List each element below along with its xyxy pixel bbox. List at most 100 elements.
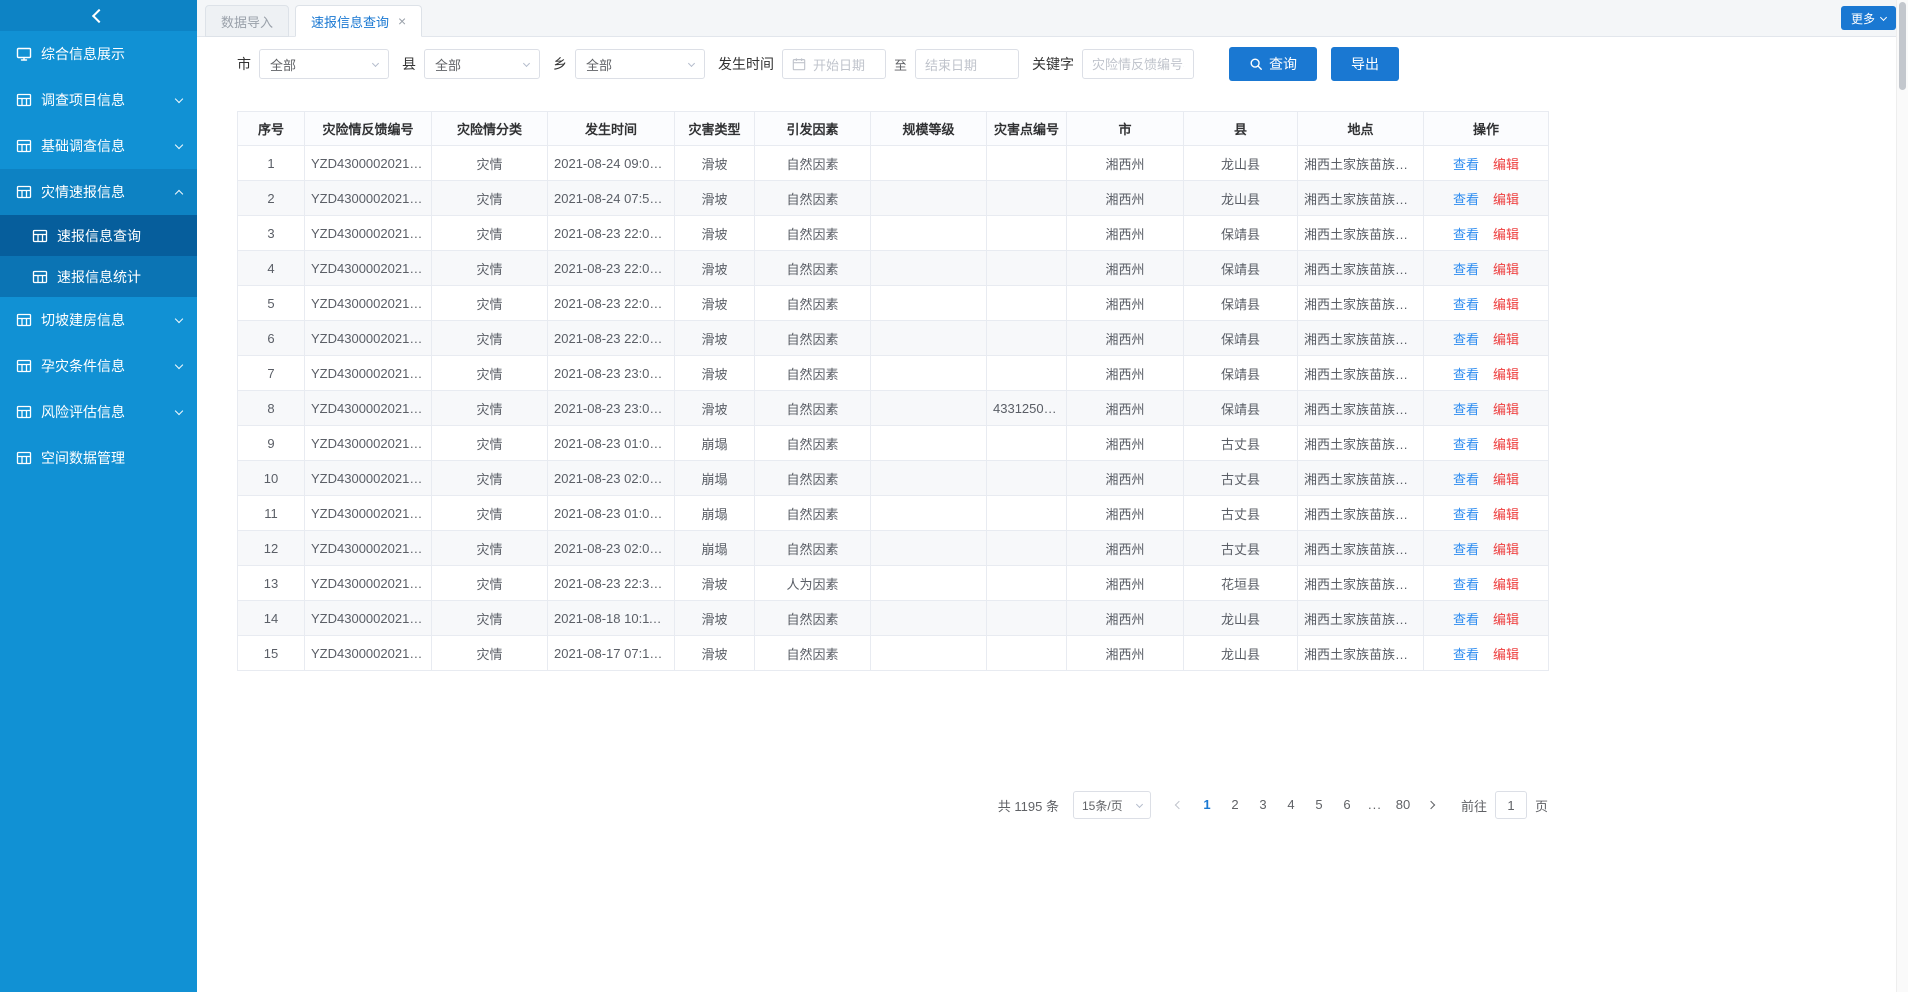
edit-link[interactable]: 编辑	[1493, 192, 1519, 207]
more-button[interactable]: 更多	[1841, 6, 1896, 30]
scrollbar[interactable]	[1896, 0, 1908, 992]
table-cell: 湘西土家族苗族自...	[1298, 216, 1424, 251]
table-cell: 2021-08-23 22:00:00	[548, 216, 675, 251]
table-cell	[871, 356, 987, 391]
edit-link[interactable]: 编辑	[1493, 647, 1519, 662]
view-link[interactable]: 查看	[1453, 647, 1479, 662]
prev-page-button[interactable]	[1165, 791, 1193, 819]
table-cell	[871, 251, 987, 286]
edit-link[interactable]: 编辑	[1493, 402, 1519, 417]
table-row: 3YZD43000020210...灾情2021-08-23 22:00:00滑…	[238, 216, 1549, 251]
table-cell: 湘西州	[1067, 566, 1184, 601]
table-cell: 滑坡	[675, 251, 755, 286]
next-page-button[interactable]	[1417, 791, 1445, 819]
page-button-5[interactable]: 5	[1305, 791, 1333, 819]
page-button-1[interactable]: 1	[1193, 791, 1221, 819]
sidebar-item-label: 调查项目信息	[41, 90, 176, 110]
table-cell: YZD43000020210...	[305, 251, 432, 286]
column-header-3: 发生时间	[548, 112, 675, 146]
table-cell: 4	[238, 251, 305, 286]
county-select[interactable]: 全部	[424, 49, 540, 79]
page-button-80[interactable]: 80	[1389, 791, 1417, 819]
view-link[interactable]: 查看	[1453, 332, 1479, 347]
table-cell: 湘西土家族苗族自...	[1298, 146, 1424, 181]
edit-link[interactable]: 编辑	[1493, 157, 1519, 172]
query-button[interactable]: 查询	[1229, 47, 1317, 81]
sidebar-item-risk-assessment[interactable]: 风险评估信息	[0, 389, 197, 435]
sidebar-item-survey-project[interactable]: 调查项目信息	[0, 77, 197, 123]
view-link[interactable]: 查看	[1453, 507, 1479, 522]
scrollbar-thumb[interactable]	[1899, 2, 1906, 90]
edit-link[interactable]: 编辑	[1493, 367, 1519, 382]
sidebar-item-hazard-condition[interactable]: 孕灾条件信息	[0, 343, 197, 389]
page-button-3[interactable]: 3	[1249, 791, 1277, 819]
table-cell: 滑坡	[675, 601, 755, 636]
keyword-input[interactable]	[1082, 49, 1194, 79]
operations-cell: 查看编辑	[1424, 461, 1549, 496]
view-link[interactable]: 查看	[1453, 402, 1479, 417]
edit-link[interactable]: 编辑	[1493, 472, 1519, 487]
edit-link[interactable]: 编辑	[1493, 437, 1519, 452]
view-link[interactable]: 查看	[1453, 157, 1479, 172]
table-body: 1YZD43000020210...灾情2021-08-24 09:05:00滑…	[238, 146, 1549, 671]
table-row: 11YZD43000020210...灾情2021-08-23 01:00:00…	[238, 496, 1549, 531]
sidebar-item-spatial-data[interactable]: 空间数据管理	[0, 435, 197, 481]
sidebar-item-slope-housing[interactable]: 切坡建房信息	[0, 297, 197, 343]
town-select[interactable]: 全部	[575, 49, 705, 79]
table-cell: 14	[238, 601, 305, 636]
sidebar-item-disaster-report[interactable]: 灾情速报信息	[0, 169, 197, 215]
sidebar-item-overview[interactable]: 综合信息展示	[0, 31, 197, 77]
export-button[interactable]: 导出	[1331, 47, 1399, 81]
sidebar-subitem-report-query[interactable]: 速报信息查询	[0, 215, 197, 256]
page-size-select[interactable]: 15条/页	[1073, 791, 1151, 819]
city-select[interactable]: 全部	[259, 49, 389, 79]
grid-icon	[16, 312, 32, 328]
edit-link[interactable]: 编辑	[1493, 507, 1519, 522]
start-date-input[interactable]: 开始日期	[782, 49, 886, 79]
edit-link[interactable]: 编辑	[1493, 297, 1519, 312]
end-date-placeholder: 结束日期	[925, 55, 977, 74]
table-cell: 灾情	[432, 601, 548, 636]
table-cell	[987, 566, 1067, 601]
operations-cell: 查看编辑	[1424, 601, 1549, 636]
edit-link[interactable]: 编辑	[1493, 332, 1519, 347]
table-cell: 15	[238, 636, 305, 671]
tabs: 数据导入速报信息查询×	[205, 5, 428, 36]
table-cell: 湘西土家族苗族自...	[1298, 426, 1424, 461]
operations-cell: 查看编辑	[1424, 286, 1549, 321]
view-link[interactable]: 查看	[1453, 472, 1479, 487]
sidebar-item-basic-survey[interactable]: 基础调查信息	[0, 123, 197, 169]
view-link[interactable]: 查看	[1453, 367, 1479, 382]
view-link[interactable]: 查看	[1453, 437, 1479, 452]
view-link[interactable]: 查看	[1453, 577, 1479, 592]
table-cell: 崩塌	[675, 496, 755, 531]
sidebar-collapse-button[interactable]	[0, 0, 197, 31]
tab-close-icon[interactable]: ×	[398, 14, 406, 28]
edit-link[interactable]: 编辑	[1493, 542, 1519, 557]
view-link[interactable]: 查看	[1453, 262, 1479, 277]
sidebar-subitem-report-stats[interactable]: 速报信息统计	[0, 256, 197, 297]
goto-page-input[interactable]	[1495, 791, 1527, 819]
page-button-4[interactable]: 4	[1277, 791, 1305, 819]
view-link[interactable]: 查看	[1453, 612, 1479, 627]
view-link[interactable]: 查看	[1453, 297, 1479, 312]
table-cell: 灾情	[432, 251, 548, 286]
view-link[interactable]: 查看	[1453, 227, 1479, 242]
table-cell: 自然因素	[755, 251, 871, 286]
view-link[interactable]: 查看	[1453, 542, 1479, 557]
tab-data-import[interactable]: 数据导入	[205, 5, 289, 37]
end-date-input[interactable]: 结束日期	[915, 49, 1019, 79]
tab-bar: 数据导入速报信息查询× 更多	[197, 0, 1908, 37]
table-cell: 保靖县	[1184, 321, 1298, 356]
view-link[interactable]: 查看	[1453, 192, 1479, 207]
edit-link[interactable]: 编辑	[1493, 612, 1519, 627]
table-cell	[871, 216, 987, 251]
content: 市 全部 县 全部 乡 全部	[197, 37, 1908, 819]
edit-link[interactable]: 编辑	[1493, 577, 1519, 592]
page-button-6[interactable]: 6	[1333, 791, 1361, 819]
table-cell: YZD43000020210...	[305, 216, 432, 251]
tab-report-query[interactable]: 速报信息查询×	[295, 5, 422, 37]
page-button-2[interactable]: 2	[1221, 791, 1249, 819]
edit-link[interactable]: 编辑	[1493, 262, 1519, 277]
edit-link[interactable]: 编辑	[1493, 227, 1519, 242]
